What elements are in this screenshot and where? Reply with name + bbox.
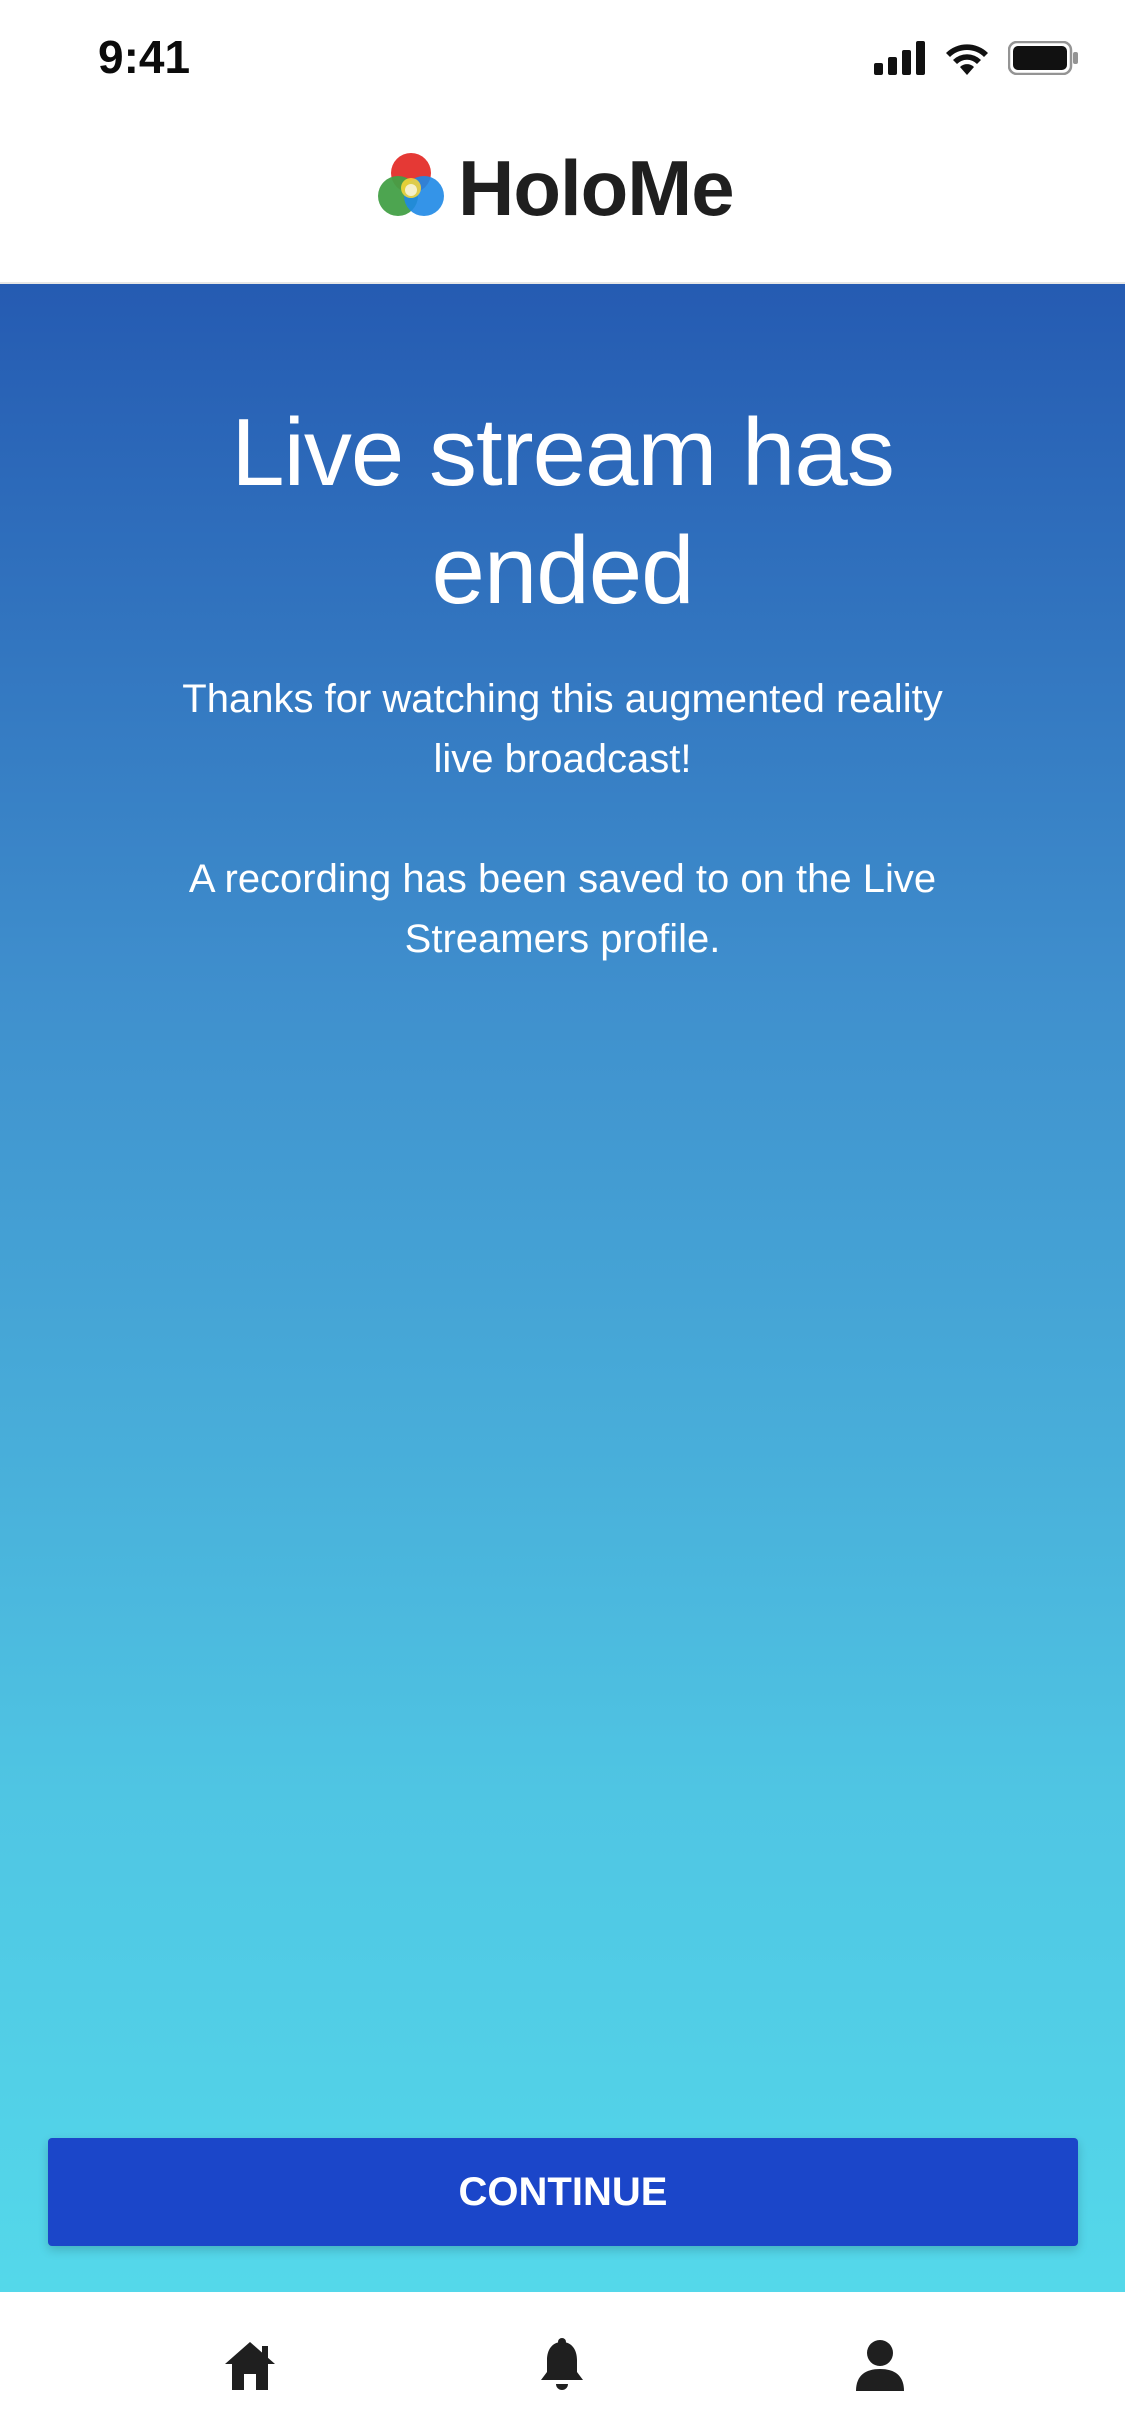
user-icon [852,2337,908,2398]
wifi-icon [944,41,990,80]
continue-button[interactable]: CONTINUE [48,2138,1078,2246]
tab-profile[interactable] [845,2332,915,2402]
thanks-message: Thanks for watching this augmented reali… [182,677,943,781]
tab-home[interactable] [215,2332,285,2402]
recording-saved-message: A recording has been saved to on the Liv… [188,857,937,961]
home-icon [223,2338,277,2397]
cellular-signal-icon [874,40,926,80]
stream-ended-panel: Live stream has ended Thanks for watchin… [0,284,1125,2292]
status-time: 9:41 [98,31,191,83]
app-header: HoloMe [0,120,1125,284]
status-bar: 9:41 [0,0,1125,120]
brand-name: HoloMe [458,144,735,232]
holome-logo-icon [378,151,444,226]
page-title: Live stream has ended [231,399,895,624]
bell-icon [537,2337,587,2397]
status-icons [874,40,1080,80]
tab-notifications[interactable] [527,2332,597,2402]
battery-icon [1007,40,1080,80]
bottom-tab-bar [0,2292,1125,2436]
brand-logo: HoloMe [378,144,735,232]
